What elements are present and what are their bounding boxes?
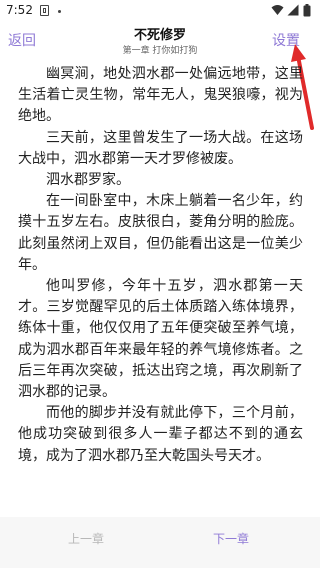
- chapter-paragraph: 三天前，这里曾发生了一场大战。在这场大战中，泗水郡第一天才罗修被废。: [18, 129, 303, 167]
- bottom-bar: 上一章 下一章: [0, 517, 320, 568]
- chapter-paragraph: 泗水郡罗家。: [46, 172, 130, 189]
- status-bar: 7:52: [0, 0, 320, 24]
- battery-icon: [303, 4, 311, 17]
- prev-chapter-button[interactable]: 上一章: [68, 530, 104, 547]
- settings-button[interactable]: 设置: [272, 30, 300, 50]
- signal-icon: [287, 4, 299, 16]
- chapter-paragraph: 他叫罗修，今年十五岁，泗水郡第一天才。三岁觉醒罕见的后土体质踏入练体境界，练体十…: [18, 278, 303, 401]
- notification-dot-icon: [58, 10, 61, 13]
- sim-icon: [40, 5, 49, 16]
- next-chapter-button[interactable]: 下一章: [213, 530, 249, 547]
- wifi-icon: [271, 5, 284, 15]
- chapter-paragraph: 而他的脚步并没有就此停下，三个月前，他成功突破到很多人一辈子都达不到的通玄境，成…: [18, 405, 303, 464]
- status-time: 7:52: [6, 3, 33, 17]
- nav-bar: 返回 不死修罗 第一章 打你如打狗 设置: [0, 24, 320, 58]
- chapter-paragraph: 在一间卧室中，木床上躺着一名少年，约摸十五岁左右。皮肤很白，菱角分明的脸庞。此刻…: [18, 193, 303, 273]
- chapter-paragraph: 幽冥涧，地处泗水郡一处偏远地带，这里生活着亡灵生物，常年无人，鬼哭狼嚎，视为绝地…: [18, 66, 303, 125]
- chapter-content[interactable]: 幽冥涧，地处泗水郡一处偏远地带，这里生活着亡灵生物，常年无人，鬼哭狼嚎，视为绝地…: [18, 64, 303, 516]
